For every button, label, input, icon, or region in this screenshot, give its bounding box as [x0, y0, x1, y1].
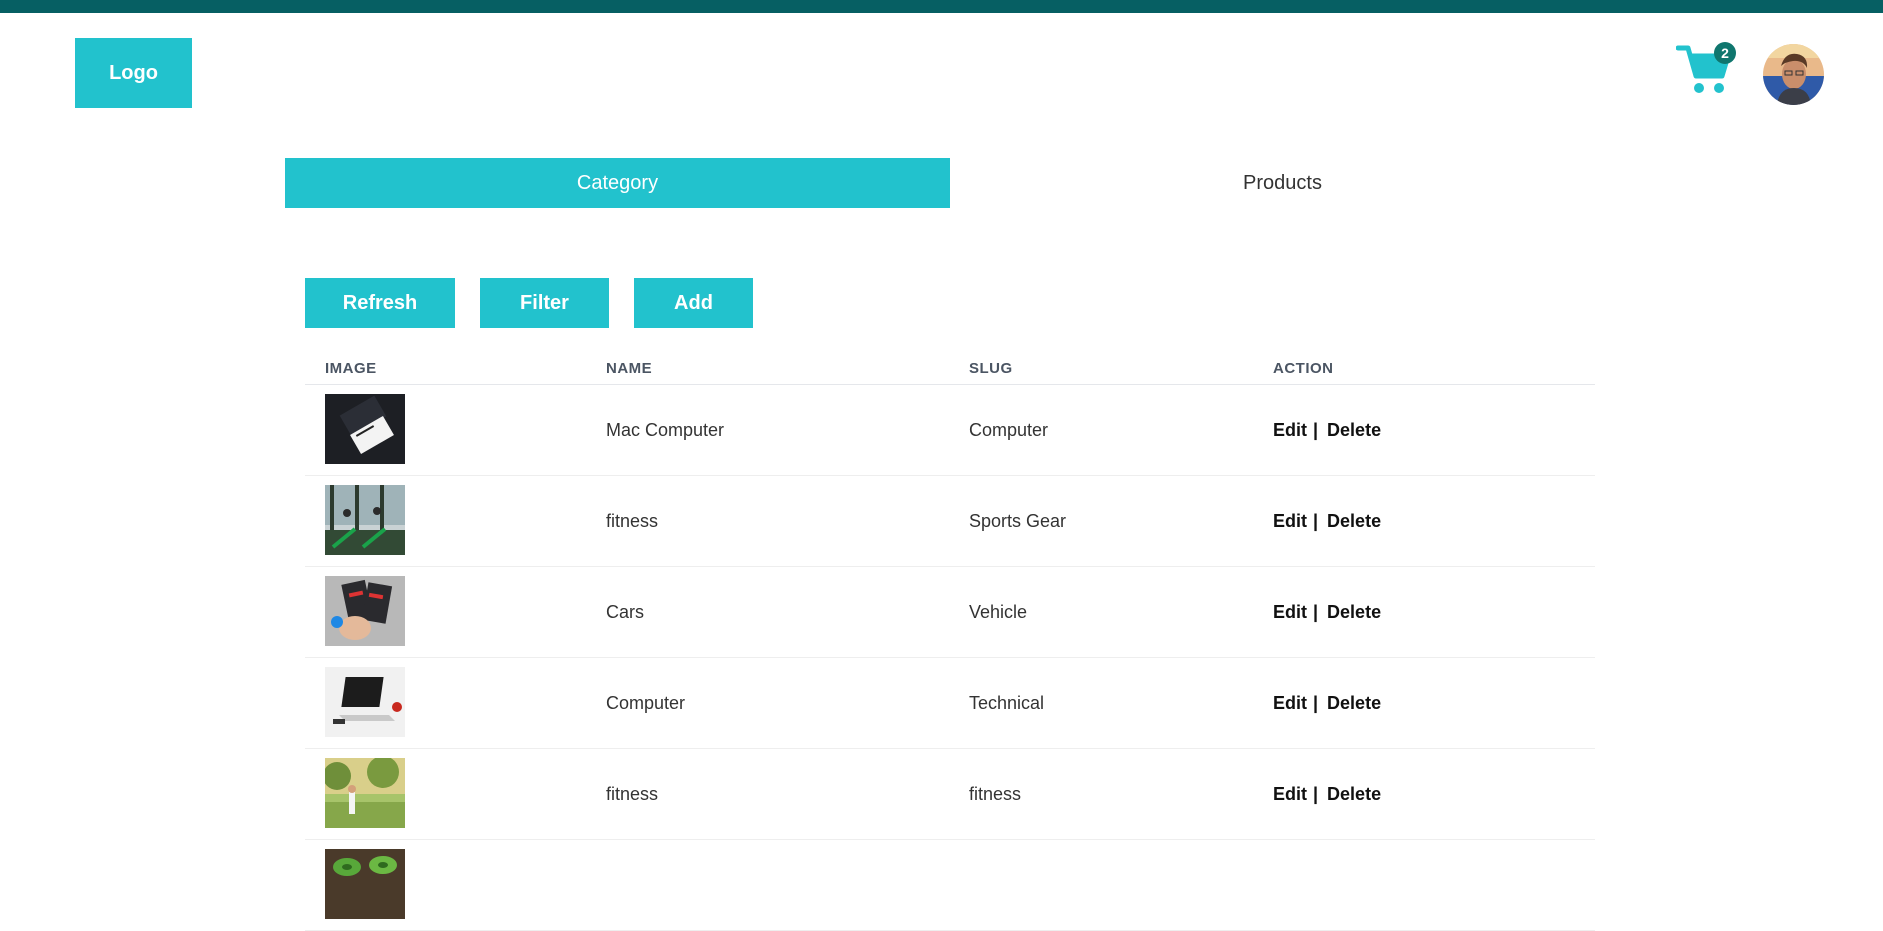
- category-table: IMAGE NAME SLUG ACTION Mac Computer Comp…: [305, 356, 1595, 931]
- row-actions: Edit | Delete: [1273, 385, 1381, 475]
- edit-link[interactable]: Edit: [1273, 420, 1307, 441]
- action-separator: |: [1313, 601, 1319, 622]
- delete-link[interactable]: Delete: [1327, 784, 1381, 805]
- logo-button[interactable]: Logo: [75, 38, 192, 108]
- edit-link[interactable]: Edit: [1273, 602, 1307, 623]
- treadmill-gym-image: [325, 485, 405, 555]
- column-header-slug: SLUG: [969, 360, 1013, 377]
- category-slug: Vehicle: [969, 601, 1028, 622]
- table-row: fitness fitness Edit | Delete: [305, 749, 1595, 840]
- refresh-button[interactable]: Refresh: [305, 278, 455, 328]
- filter-button[interactable]: Filter: [480, 278, 609, 328]
- column-header-name: NAME: [606, 360, 653, 377]
- top-bar: [0, 0, 1883, 13]
- category-name: Computer: [606, 692, 686, 713]
- edit-link[interactable]: Edit: [1273, 693, 1307, 714]
- tab-products[interactable]: Products: [950, 158, 1615, 208]
- table-row: fitness Sports Gear Edit | Delete: [305, 476, 1595, 567]
- avatar-image: [1763, 44, 1824, 105]
- person-in-park-image: [325, 758, 405, 828]
- category-slug: Computer: [969, 419, 1049, 440]
- delete-link[interactable]: Delete: [1327, 693, 1381, 714]
- category-name: Cars: [606, 601, 645, 622]
- edit-link[interactable]: Edit: [1273, 511, 1307, 532]
- row-actions: Edit | Delete: [1273, 476, 1381, 566]
- user-avatar[interactable]: [1763, 44, 1824, 105]
- action-separator: |: [1313, 510, 1319, 531]
- category-slug: Sports Gear: [969, 510, 1067, 531]
- delete-link[interactable]: Delete: [1327, 511, 1381, 532]
- action-separator: |: [1313, 783, 1319, 804]
- laptop-desk-image: [325, 667, 405, 737]
- delete-link[interactable]: Delete: [1327, 602, 1381, 623]
- business-cards-image: [325, 394, 405, 464]
- table-row: Mac Computer Computer Edit | Delete: [305, 385, 1595, 476]
- cart-button[interactable]: 2: [1676, 42, 1736, 96]
- category-name: fitness: [606, 510, 659, 531]
- action-separator: |: [1313, 419, 1319, 440]
- delete-link[interactable]: Delete: [1327, 420, 1381, 441]
- table-row: [305, 840, 1595, 931]
- green-fruit-image: [325, 849, 405, 919]
- cart-count-badge: 2: [1714, 42, 1736, 64]
- category-name: fitness: [606, 783, 659, 804]
- table-header: IMAGE NAME SLUG ACTION: [305, 356, 1595, 385]
- tab-bar: Category Products: [285, 158, 1615, 208]
- row-actions: Edit | Delete: [1273, 658, 1381, 748]
- category-name: Mac Computer: [606, 419, 725, 440]
- table-row: Cars Vehicle Edit | Delete: [305, 567, 1595, 658]
- row-actions: Edit | Delete: [1273, 749, 1381, 839]
- category-slug: Technical: [969, 692, 1045, 713]
- tab-category[interactable]: Category: [285, 158, 950, 208]
- column-header-action: ACTION: [1273, 360, 1334, 377]
- column-header-image: IMAGE: [325, 360, 377, 377]
- hand-holding-cards-image: [325, 576, 405, 646]
- table-row: Computer Technical Edit | Delete: [305, 658, 1595, 749]
- add-button[interactable]: Add: [634, 278, 753, 328]
- action-separator: |: [1313, 692, 1319, 713]
- row-actions: Edit | Delete: [1273, 567, 1381, 657]
- category-slug: fitness: [969, 783, 1022, 804]
- edit-link[interactable]: Edit: [1273, 784, 1307, 805]
